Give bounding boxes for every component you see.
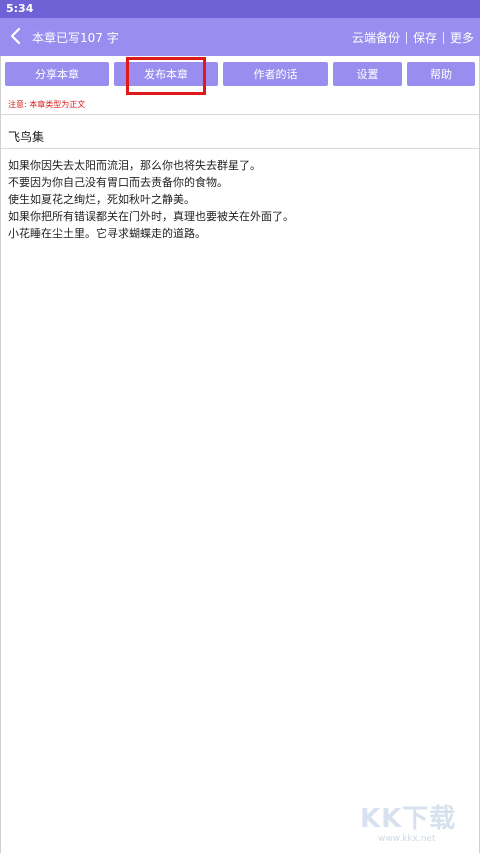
content-line: 小花睡在尘土里。它寻求蝴蝶走的道路。 — [8, 227, 206, 240]
cloud-backup-button[interactable]: 云端备份 — [352, 29, 400, 46]
appbar-actions: 云端备份 保存 更多 — [352, 29, 474, 46]
save-button[interactable]: 保存 — [413, 29, 437, 46]
app-bar: 本章已写107 字 云端备份 保存 更多 — [0, 18, 480, 56]
status-time: 5:34 — [6, 2, 34, 15]
content-line: 如果你因失去太阳而流泪，那么你也将失去群星了。 — [8, 159, 261, 172]
watermark-logo: KK下载 www.kkx.net — [360, 798, 470, 850]
status-bar: 5:34 — [0, 0, 480, 18]
chapter-content-editor[interactable]: 如果你因失去太阳而流泪，那么你也将失去群星了。 不要因为你自己没有胃口而去责备你… — [8, 157, 294, 242]
chapter-title[interactable]: 飞鸟集 — [8, 128, 44, 145]
word-count-title: 本章已写107 字 — [32, 31, 119, 45]
chapter-toolbar: 分享本章 发布本章 作者的话 设置 帮助 — [0, 56, 480, 92]
frame-border — [0, 56, 1, 853]
divider — [442, 31, 444, 44]
highlight-box — [126, 57, 206, 95]
divider — [0, 148, 480, 149]
share-chapter-button[interactable]: 分享本章 — [5, 62, 109, 86]
chapter-type-notice: 注意: 本章类型为正文 — [8, 100, 86, 109]
content-line: 如果你把所有错误都关在门外时，真理也要被关在外面了。 — [8, 210, 294, 223]
divider — [405, 31, 407, 44]
watermark-text: KK下载 — [360, 804, 457, 834]
more-button[interactable]: 更多 — [450, 29, 474, 46]
content-line: 不要因为你自己没有胃口而去责备你的食物。 — [8, 176, 228, 189]
content-line: 使生如夏花之绚烂，死如秋叶之静美。 — [8, 193, 195, 206]
divider — [0, 114, 480, 115]
watermark-url: www.kkx.net — [378, 834, 436, 844]
back-icon[interactable] — [6, 26, 26, 46]
help-button[interactable]: 帮助 — [407, 62, 475, 86]
settings-button[interactable]: 设置 — [333, 62, 402, 86]
author-note-button[interactable]: 作者的话 — [223, 62, 328, 86]
